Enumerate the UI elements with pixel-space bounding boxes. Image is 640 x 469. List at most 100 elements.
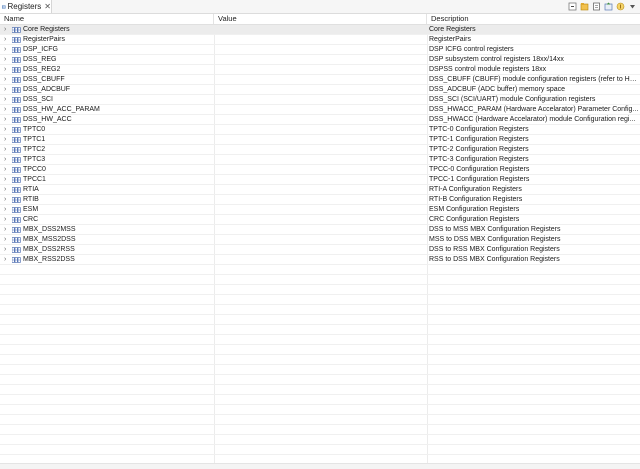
column-header-name[interactable]: Name [0,14,214,24]
register-group-row[interactable]: › TPTC1 TPTC-1 Configuration Registers [0,135,640,145]
register-name-cell[interactable]: › RTIB [0,195,214,205]
register-value-cell[interactable] [214,55,427,65]
expand-chevron-icon[interactable]: › [4,255,10,265]
expand-chevron-icon[interactable]: › [4,35,10,45]
register-name-cell[interactable]: › TPCC0 [0,165,214,175]
register-name-cell[interactable]: › DSS_REG [0,55,214,65]
register-group-row[interactable]: › CRC CRC Configuration Registers [0,215,640,225]
register-value-cell[interactable] [214,235,427,245]
register-name-cell[interactable]: › MBX_DSS2MSS [0,225,214,235]
expand-chevron-icon[interactable]: › [4,65,10,75]
register-group-row[interactable]: › DSS_HW_ACC DSS_HWACC (Hardware Accelarat… [0,115,640,125]
expand-chevron-icon[interactable]: › [4,75,10,85]
register-group-row[interactable]: › TPCC1 TPCC-1 Configuration Registers [0,175,640,185]
register-name-cell[interactable]: › RegisterPairs [0,35,214,45]
expand-chevron-icon[interactable]: › [4,115,10,125]
register-value-cell[interactable] [214,115,427,125]
register-name-cell[interactable]: › DSS_HW_ACC_PARAM [0,105,214,115]
register-value-cell[interactable] [214,255,427,265]
expand-chevron-icon[interactable]: › [4,215,10,225]
register-group-row[interactable]: › TPCC0 TPCC-0 Configuration Registers [0,165,640,175]
register-name-cell[interactable]: › CRC [0,215,214,225]
expand-chevron-icon[interactable]: › [4,55,10,65]
register-value-cell[interactable] [214,205,427,215]
register-value-cell[interactable] [214,175,427,185]
register-group-row[interactable]: › RTIB RTI-B Configuration Registers [0,195,640,205]
register-value-cell[interactable] [214,245,427,255]
register-group-row[interactable]: › DSP_ICFG DSP ICFG control registers [0,45,640,55]
register-group-row[interactable]: › RTIA RTI-A Configuration Registers [0,185,640,195]
register-group-row[interactable]: › DSS_REG DSP subsystem control registers … [0,55,640,65]
new-group-icon[interactable] [592,2,601,11]
register-value-cell[interactable] [214,85,427,95]
expand-chevron-icon[interactable]: › [4,205,10,215]
expand-chevron-icon[interactable]: › [4,155,10,165]
register-group-row[interactable]: › DSS_REG2 DSPSS control module registers … [0,65,640,75]
register-name-cell[interactable]: › DSS_CBUFF [0,75,214,85]
register-name-cell[interactable]: › ESM [0,205,214,215]
register-value-cell[interactable] [214,45,427,55]
register-value-cell[interactable] [214,125,427,135]
horizontal-scrollbar[interactable] [0,463,640,469]
register-name-cell[interactable]: › DSS_SCI [0,95,214,105]
close-icon[interactable]: ✕ [44,2,51,11]
register-name-cell[interactable]: › TPTC2 [0,145,214,155]
expand-chevron-icon[interactable]: › [4,185,10,195]
expand-chevron-icon[interactable]: › [4,45,10,55]
register-value-cell[interactable] [214,35,427,45]
register-value-cell[interactable] [214,165,427,175]
expand-chevron-icon[interactable]: › [4,135,10,145]
register-name-cell[interactable]: › DSS_REG2 [0,65,214,75]
expand-chevron-icon[interactable]: › [4,175,10,185]
register-name-cell[interactable]: › TPTC0 [0,125,214,135]
register-value-cell[interactable] [214,95,427,105]
expand-chevron-icon[interactable]: › [4,125,10,135]
import-icon[interactable] [616,2,625,11]
register-group-row[interactable]: › MBX_RSS2DSS RSS to DSS MBX Configuration… [0,255,640,265]
view-menu-icon[interactable] [628,2,637,11]
register-group-row[interactable]: › MBX_MSS2DSS MSS to DSS MBX Configuration… [0,235,640,245]
collapse-all-icon[interactable] [568,2,577,11]
register-name-cell[interactable]: › DSS_HW_ACC [0,115,214,125]
load-group-icon[interactable] [580,2,589,11]
export-icon[interactable] [604,2,613,11]
register-name-cell[interactable]: › TPTC3 [0,155,214,165]
registers-tree[interactable]: › Core Registers Core Registers › RegisterPa… [0,25,640,463]
register-name-cell[interactable]: › MBX_MSS2DSS [0,235,214,245]
register-group-row[interactable]: › DSS_SCI DSS_SCI (SCI/UART) module Config… [0,95,640,105]
register-group-row[interactable]: › MBX_DSS2RSS DSS to RSS MBX Configuration… [0,245,640,255]
register-name-cell[interactable]: › RTIA [0,185,214,195]
register-value-cell[interactable] [214,75,427,85]
register-name-cell[interactable]: › MBX_RSS2DSS [0,255,214,265]
register-value-cell[interactable] [214,25,427,35]
register-value-cell[interactable] [214,155,427,165]
register-name-cell[interactable]: › TPTC1 [0,135,214,145]
register-name-cell[interactable]: › DSP_ICFG [0,45,214,55]
expand-chevron-icon[interactable]: › [4,145,10,155]
register-value-cell[interactable] [214,195,427,205]
expand-chevron-icon[interactable]: › [4,165,10,175]
register-value-cell[interactable] [214,145,427,155]
register-group-row[interactable]: › TPTC0 TPTC-0 Configuration Registers [0,125,640,135]
register-group-row[interactable]: › DSS_CBUFF DSS_CBUFF (CBUFF) module confi… [0,75,640,85]
register-name-cell[interactable]: › MBX_DSS2RSS [0,245,214,255]
register-name-cell[interactable]: › DSS_ADCBUF [0,85,214,95]
register-name-cell[interactable]: › Core Registers [0,25,214,35]
expand-chevron-icon[interactable]: › [4,225,10,235]
expand-chevron-icon[interactable]: › [4,85,10,95]
column-header-value[interactable]: Value [214,14,427,24]
expand-chevron-icon[interactable]: › [4,235,10,245]
register-group-row[interactable]: › TPTC2 TPTC-2 Configuration Registers [0,145,640,155]
register-value-cell[interactable] [214,135,427,145]
expand-chevron-icon[interactable]: › [4,95,10,105]
column-header-description[interactable]: Description [427,14,640,24]
register-name-cell[interactable]: › TPCC1 [0,175,214,185]
register-group-row[interactable]: › TPTC3 TPTC-3 Configuration Registers [0,155,640,165]
register-value-cell[interactable] [214,215,427,225]
expand-chevron-icon[interactable]: › [4,25,10,35]
register-group-row[interactable]: › DSS_ADCBUF DSS_ADCBUF (ADC buffer) memor… [0,85,640,95]
register-group-row[interactable]: › ESM ESM Configuration Registers [0,205,640,215]
register-group-row[interactable]: › MBX_DSS2MSS DSS to MSS MBX Configuration… [0,225,640,235]
register-group-row[interactable]: › RegisterPairs RegisterPairs [0,35,640,45]
register-group-row[interactable]: › Core Registers Core Registers [0,25,640,35]
